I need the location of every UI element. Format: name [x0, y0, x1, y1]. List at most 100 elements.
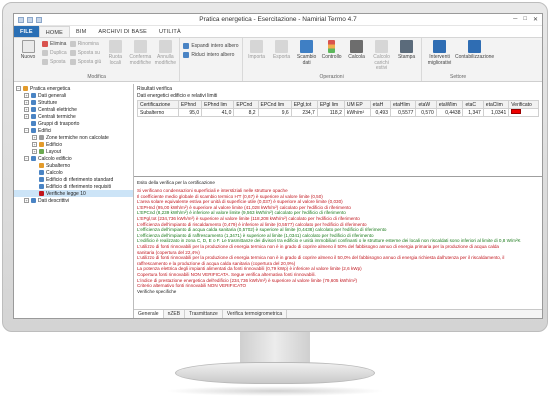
check-icon	[133, 40, 147, 53]
confirm-changes-button[interactable]: Conferma modifiche	[129, 40, 151, 73]
improvements-button[interactable]: Interventi migliorativi	[425, 40, 455, 73]
tree-item-label: Dati generali	[38, 92, 67, 99]
title-bar: Pratica energetica - Esercitazione - Nam…	[14, 14, 542, 26]
column-header[interactable]: UM EP	[343, 100, 371, 109]
tree-item[interactable]: Gruppi di trasporto	[14, 120, 133, 127]
minimize-button[interactable]: ─	[513, 16, 517, 23]
undo-changes-icon	[158, 40, 172, 53]
tab-generale[interactable]: Generale	[134, 310, 164, 318]
log-title: Esito della verifica per la certificazio…	[137, 180, 215, 185]
expand-toggle-icon[interactable]: +	[32, 135, 37, 140]
rename-button[interactable]: Rinomina	[69, 40, 102, 48]
accounting-button[interactable]: Contabilizzazione	[455, 40, 494, 73]
ribbon-tabs: FILE HOME BIM ARCHIVI DI BASE UTILITÀ	[14, 26, 542, 38]
column-header[interactable]: EPCnd lim	[257, 100, 292, 109]
tab-verifica-termoigrometrica[interactable]: Verifica termoigrometrica	[223, 310, 288, 318]
expand-toggle-icon[interactable]: +	[32, 149, 37, 154]
maximize-button[interactable]: □	[523, 16, 527, 23]
tree-item[interactable]: Subalterno	[14, 162, 133, 169]
export-button[interactable]: Esporta	[271, 40, 293, 73]
tree-item[interactable]: Calcolo	[14, 169, 133, 176]
new-button[interactable]: Nuovo	[17, 40, 39, 73]
rotate-rooms-button[interactable]: Ruota locali	[104, 40, 126, 73]
calculate-button[interactable]: Calcola	[346, 40, 368, 73]
tab-home[interactable]: HOME	[38, 26, 71, 37]
collapse-tree-button[interactable]: Riduci intero albero	[183, 51, 238, 59]
expand-toggle-icon[interactable]: +	[24, 100, 29, 105]
ribbon-group-operazioni: Importa Esporta Scambio dati Controllo C…	[243, 38, 422, 81]
tree-item[interactable]: + Edificio	[14, 141, 133, 148]
tab-file[interactable]: FILE	[14, 26, 39, 37]
tree-item[interactable]: Edificio di riferimento requisiti	[14, 183, 133, 190]
table-cell: 0,570	[415, 108, 437, 117]
table-row[interactable]: Subalterno 95,0 41,0 8,2 9,6 234,7 118,2 kWh/m²…	[137, 108, 539, 117]
column-header[interactable]: Certificazione	[137, 100, 179, 109]
print-button[interactable]: Stampa	[396, 40, 418, 73]
tab-archivi-di-base[interactable]: ARCHIVI DI BASE	[92, 26, 153, 37]
bottom-tabs: Generale nZEB Trasmittanze Verifica term…	[134, 309, 542, 318]
expand-toggle-icon[interactable]: −	[24, 128, 29, 133]
tree-item[interactable]: − Pratica energetica	[14, 85, 133, 92]
column-header[interactable]: etaClim	[482, 100, 510, 109]
column-header[interactable]: EPgl lim	[316, 100, 345, 109]
folder-icon	[31, 114, 36, 119]
tree-item[interactable]: − Edifici	[14, 127, 133, 134]
column-header[interactable]: etaH	[369, 100, 391, 109]
move-button[interactable]: Sposta	[42, 58, 67, 66]
check-button[interactable]: Controllo	[321, 40, 343, 73]
tree-item[interactable]: Edificio di riferimento standard	[14, 176, 133, 183]
move-up-button[interactable]: Sposta su	[69, 49, 102, 57]
column-header[interactable]: EPhnd	[177, 100, 203, 109]
summer-loads-button[interactable]: Calcolo carichi estivi	[371, 40, 393, 73]
tree-item-label: Gruppi di trasporto	[38, 120, 80, 127]
column-header[interactable]: EPgl,tot	[290, 100, 318, 109]
traffic-light-icon	[328, 40, 336, 53]
expand-tree-button[interactable]: Espandi intero albero	[183, 42, 239, 50]
tree-item[interactable]: Verifiche legge 10	[14, 190, 133, 197]
expand-toggle-icon[interactable]: +	[24, 93, 29, 98]
data-exchange-button[interactable]: Scambio dati	[296, 40, 318, 73]
table-cell: 8,2	[233, 108, 259, 117]
delete-button[interactable]: Elimina	[42, 40, 67, 48]
column-header[interactable]: EPCnd	[233, 100, 259, 109]
tree-item[interactable]: + Centrali termiche	[14, 113, 133, 120]
tab-utilita[interactable]: UTILITÀ	[153, 26, 187, 37]
column-header[interactable]: EPhnd lim	[201, 100, 235, 109]
tab-trasmittanze[interactable]: Trasmittanze	[185, 310, 223, 318]
expand-toggle-icon[interactable]: +	[24, 107, 29, 112]
column-header[interactable]: etaHlim	[389, 100, 417, 109]
tree-item[interactable]: + Strutture	[14, 99, 133, 106]
tree-item[interactable]: + Zone termiche non calcolate	[14, 134, 133, 141]
duplicate-button[interactable]: Duplica	[42, 49, 67, 57]
import-icon	[250, 40, 264, 53]
cancel-changes-button[interactable]: Annulla modifiche	[154, 40, 176, 73]
tab-nzeb[interactable]: nZEB	[164, 310, 186, 318]
table-cell: 41,0	[201, 108, 235, 117]
expand-toggle-icon[interactable]: +	[24, 114, 29, 119]
tree-item[interactable]: − Calcolo edificio	[14, 155, 133, 162]
project-tree: − Pratica energetica + Dati generali + Strutt…	[14, 84, 134, 318]
calculator-icon	[350, 40, 364, 53]
column-header[interactable]: Verificato	[508, 100, 539, 109]
tree-item[interactable]: + Layout	[14, 148, 133, 155]
tree-item[interactable]: + Dati descrittivi	[14, 197, 133, 204]
expand-toggle-icon[interactable]: +	[24, 198, 29, 203]
improvements-icon	[433, 40, 447, 53]
window-title: Pratica energetica - Esercitazione - Nam…	[199, 16, 357, 23]
expand-toggle-icon[interactable]: +	[32, 142, 37, 147]
move-down-button[interactable]: Sposta giù	[69, 58, 101, 66]
column-header[interactable]: etaW	[415, 100, 437, 109]
column-header[interactable]: etaWlim	[435, 100, 464, 109]
main-area: − Pratica energetica + Dati generali + Strutt…	[14, 84, 542, 318]
tree-item[interactable]: + Dati generali	[14, 92, 133, 99]
tab-bim[interactable]: BIM	[70, 26, 92, 37]
expand-toggle-icon[interactable]: −	[24, 156, 29, 161]
import-button[interactable]: Importa	[246, 40, 268, 73]
tree-item-label: Centrali termiche	[38, 113, 76, 120]
verified-cell	[508, 108, 539, 117]
log-lines: Si verificano condensazioni superficiali…	[137, 188, 539, 294]
tree-item[interactable]: + Centrali elettriche	[14, 106, 133, 113]
expand-toggle-icon[interactable]: −	[16, 86, 21, 91]
close-button[interactable]: ✕	[533, 16, 538, 23]
column-header[interactable]: etaC	[462, 100, 484, 109]
